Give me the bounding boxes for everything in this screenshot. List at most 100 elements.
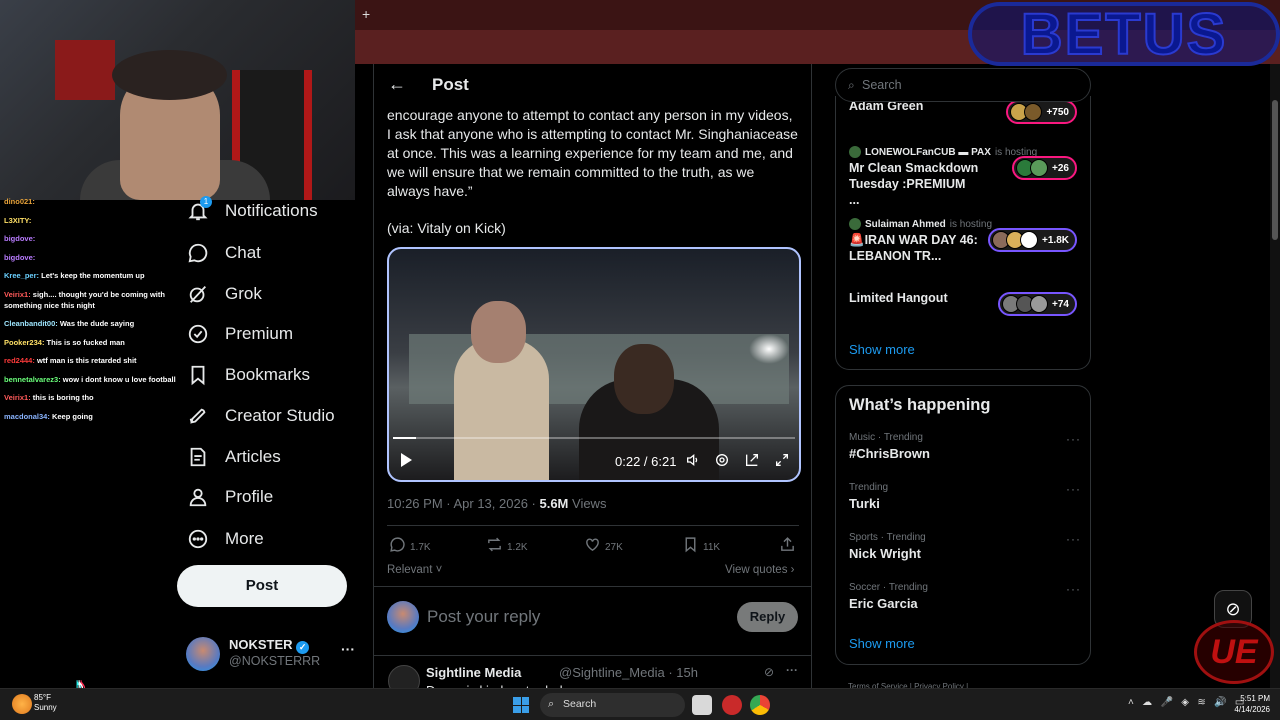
trend-more-icon[interactable]: ··· <box>1066 482 1081 496</box>
weather-widget[interactable]: 85°F Sunny <box>34 693 57 713</box>
windows-start-icon[interactable] <box>513 697 529 713</box>
nav-bookmarks[interactable]: Bookmarks <box>186 360 310 390</box>
chat-username[interactable]: Pooker234: <box>4 338 44 347</box>
trend-item[interactable]: Sports · Trending Nick Wright ··· <box>849 532 1081 561</box>
chat-username[interactable]: macdonal34: <box>4 412 50 421</box>
chat-message: bigdove: <box>4 252 182 263</box>
video-player[interactable]: 0:22 / 6:21 <box>387 247 801 482</box>
chat-username[interactable]: Veirix1: <box>4 393 31 402</box>
video-light-flare <box>749 334 789 364</box>
video-controls: 0:22 / 6:21 <box>389 447 799 477</box>
repost-action[interactable]: 1.2K <box>486 536 528 558</box>
clock[interactable]: 5:51 PM 4/14/2026 <box>1228 693 1270 715</box>
popout-icon[interactable] <box>744 452 760 471</box>
chat-username[interactable]: L3XITY: <box>4 216 31 225</box>
chat-username[interactable]: red2444: <box>4 356 35 365</box>
bookmark-icon <box>186 363 210 387</box>
search-input[interactable]: ⌕ Search <box>835 68 1091 102</box>
fullscreen-icon[interactable] <box>774 452 790 471</box>
trend-more-icon[interactable]: ··· <box>1066 532 1081 546</box>
listener-pill[interactable]: +26 <box>1012 156 1077 180</box>
reply-input[interactable]: Post your reply <box>427 607 540 627</box>
space-hosting-label: is hosting <box>949 218 993 230</box>
nav-premium[interactable]: Premium <box>186 319 293 349</box>
live-show-more-link[interactable]: Show more <box>849 342 915 357</box>
nav-chat[interactable]: Chat <box>186 238 261 268</box>
tweet-more-icon[interactable]: ··· <box>786 663 798 677</box>
happening-show-more-link[interactable]: Show more <box>849 636 915 651</box>
grok-icon <box>186 282 210 306</box>
volume-icon[interactable] <box>685 452 701 471</box>
nav-more-label: More <box>225 529 264 548</box>
share-action[interactable] <box>779 536 800 558</box>
taskbar-search[interactable]: ⌕ Search <box>540 693 685 717</box>
chat-username[interactable]: dino021: <box>4 197 35 206</box>
nav-more[interactable]: More <box>186 524 264 554</box>
nav-creator-studio[interactable]: Creator Studio <box>186 401 335 431</box>
chat-message: L3XITY: <box>4 215 182 226</box>
nav-profile[interactable]: Profile <box>186 482 273 512</box>
system-tray[interactable]: ˄ ☁ 🎤 ◈ ≋ 🔊 ▭ <box>1128 697 1244 708</box>
chat-username[interactable]: Cleanbandit00: <box>4 319 58 328</box>
bookmark-count: 11K <box>703 541 721 553</box>
post-body-text: encourage anyone to attempt to contact a… <box>387 107 798 199</box>
trend-name: #ChrisBrown <box>849 446 930 461</box>
listener-pill[interactable]: +74 <box>998 292 1077 316</box>
settings-gear-icon[interactable] <box>714 452 730 471</box>
account-more-icon[interactable]: ··· <box>341 641 355 657</box>
trend-more-icon[interactable]: ··· <box>1066 582 1081 596</box>
chrome-icon[interactable] <box>750 695 770 715</box>
video-progress-bar[interactable] <box>393 437 795 439</box>
trend-more-icon[interactable]: ··· <box>1066 432 1081 446</box>
nav-notifications[interactable]: 1 Notifications <box>186 196 318 226</box>
back-arrow-icon[interactable]: ← <box>388 74 406 95</box>
file-explorer-icon[interactable] <box>692 695 712 715</box>
nav-grok[interactable]: Grok <box>186 279 262 309</box>
chat-message: dino021: <box>4 196 182 207</box>
divider <box>387 525 799 526</box>
trend-item[interactable]: Music · Trending #ChrisBrown ··· <box>849 432 1081 461</box>
premium-badge-icon <box>186 322 210 346</box>
live-space-item[interactable]: Sulaiman Ahmed is hosting 🚨IRAN WAR DAY 46… <box>849 218 1079 264</box>
reply-action[interactable]: 1.7K <box>389 536 431 558</box>
space-title: Limited Hangout <box>849 291 948 305</box>
scroll-thumb[interactable] <box>1272 100 1278 240</box>
grok-explain-icon[interactable]: ⊘ <box>764 665 774 679</box>
live-space-item[interactable]: LONEWOLFanCUB ▬ PAX is hosting Mr Clean Sm… <box>849 146 1079 208</box>
like-action[interactable]: 27K <box>584 536 623 558</box>
chat-text: wow i dont know u love football <box>62 374 176 384</box>
chat-username[interactable]: bennetalvarez3: <box>4 375 61 384</box>
chat-username[interactable]: bigdove: <box>4 253 35 262</box>
reply-button[interactable]: Reply <box>737 602 798 632</box>
windows-taskbar: 85°F Sunny ⌕ Search ˄ ☁ 🎤 ◈ ≋ 🔊 ▭ 5:51 P… <box>0 688 1280 720</box>
avatar <box>186 637 220 671</box>
live-space-item[interactable]: Limited Hangout +74 <box>849 288 1079 316</box>
scrollbar[interactable] <box>1270 64 1280 688</box>
view-quotes-link[interactable]: View quotes › <box>725 564 794 576</box>
chat-message: Veirix1: sigh.... thought you'd be comin… <box>4 289 182 311</box>
reply-sort-dropdown[interactable]: Relevant ˅ <box>387 564 442 576</box>
live-spaces-card: Show more Adam Green +750 LONEWOLFanCUB ▬ … <box>835 96 1091 370</box>
new-tab-button[interactable]: + <box>362 6 370 22</box>
space-host: LONEWOLFanCUB ▬ PAX <box>865 146 991 158</box>
listener-pill[interactable]: +1.8K <box>988 228 1077 252</box>
trend-item[interactable]: Trending Turki ··· <box>849 482 1081 511</box>
account-switcher[interactable]: NOKSTER ✓ @NOKSTERRR ··· <box>186 634 356 674</box>
listener-avatar <box>1030 295 1049 313</box>
chat-username[interactable]: Veirix1: <box>4 290 31 299</box>
chat-message: Cleanbandit00: Was the dude saying <box>4 318 182 329</box>
listener-pill[interactable]: +750 <box>1006 100 1077 124</box>
weather-sun-icon[interactable] <box>12 694 32 714</box>
bookmark-action[interactable]: 11K <box>682 536 720 558</box>
post-button[interactable]: Post <box>177 565 347 607</box>
host-avatar <box>849 218 861 230</box>
trend-item[interactable]: Soccer · Trending Eric Garcia ··· <box>849 582 1081 611</box>
taskbar-search-label: Search <box>563 698 597 710</box>
notification-badge: 1 <box>200 196 212 208</box>
chat-username[interactable]: Kree_per: <box>4 271 39 280</box>
listener-count: +26 <box>1052 162 1069 174</box>
play-icon[interactable] <box>399 452 413 471</box>
app-icon[interactable] <box>722 695 742 715</box>
chat-username[interactable]: bigdove: <box>4 234 35 243</box>
nav-articles[interactable]: Articles <box>186 442 281 472</box>
